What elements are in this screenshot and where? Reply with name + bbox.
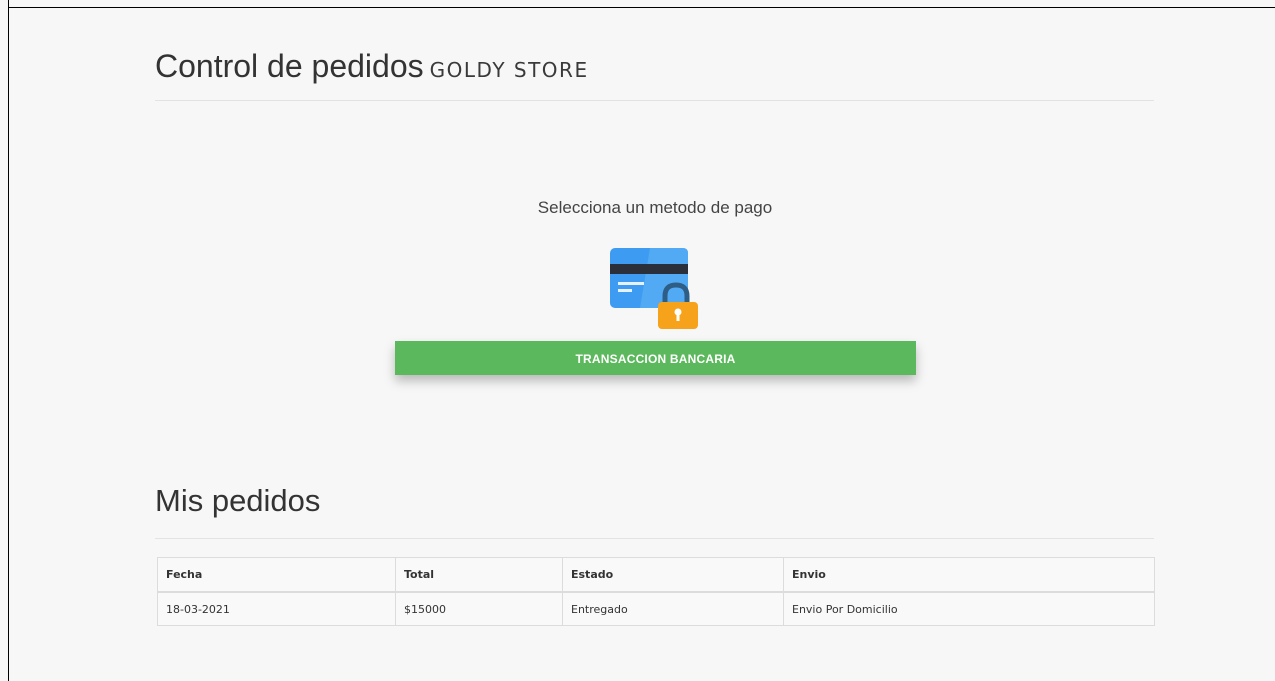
order-total: $15000 <box>395 591 563 626</box>
page-title-text: Control de pedidos <box>155 48 424 84</box>
page-header: Control de pedidos Goldy Store <box>155 44 1154 101</box>
credit-card-lock-icon <box>610 248 698 329</box>
orders-header: Mis pedidos <box>155 478 1154 539</box>
bank-transfer-button[interactable]: TRANSACCION BANCARIA <box>395 341 916 375</box>
column-header-total: Total <box>395 557 563 593</box>
window-left-border <box>8 0 9 681</box>
table-row: 18-03-2021 $15000 Entregado Envio Por Do… <box>157 591 1155 626</box>
table-header-row: Fecha Total Estado Envio <box>157 557 1155 593</box>
brand-name: Goldy Store <box>429 58 589 82</box>
column-header-estado: Estado <box>562 557 784 593</box>
column-header-fecha: Fecha <box>157 557 396 593</box>
column-header-envio: Envio <box>783 557 1155 593</box>
payment-prompt: Selecciona un metodo de pago <box>537 198 773 217</box>
order-status: Entregado <box>562 591 784 626</box>
page-title: Control de pedidos Goldy Store <box>155 44 1154 92</box>
orders-title: Mis pedidos <box>155 483 321 518</box>
order-shipping: Envio Por Domicilio <box>783 591 1155 626</box>
orders-table: Fecha Total Estado Envio 18-03-2021 $150… <box>157 557 1155 626</box>
window-top-border <box>8 7 1275 8</box>
order-date: 18-03-2021 <box>157 591 396 626</box>
